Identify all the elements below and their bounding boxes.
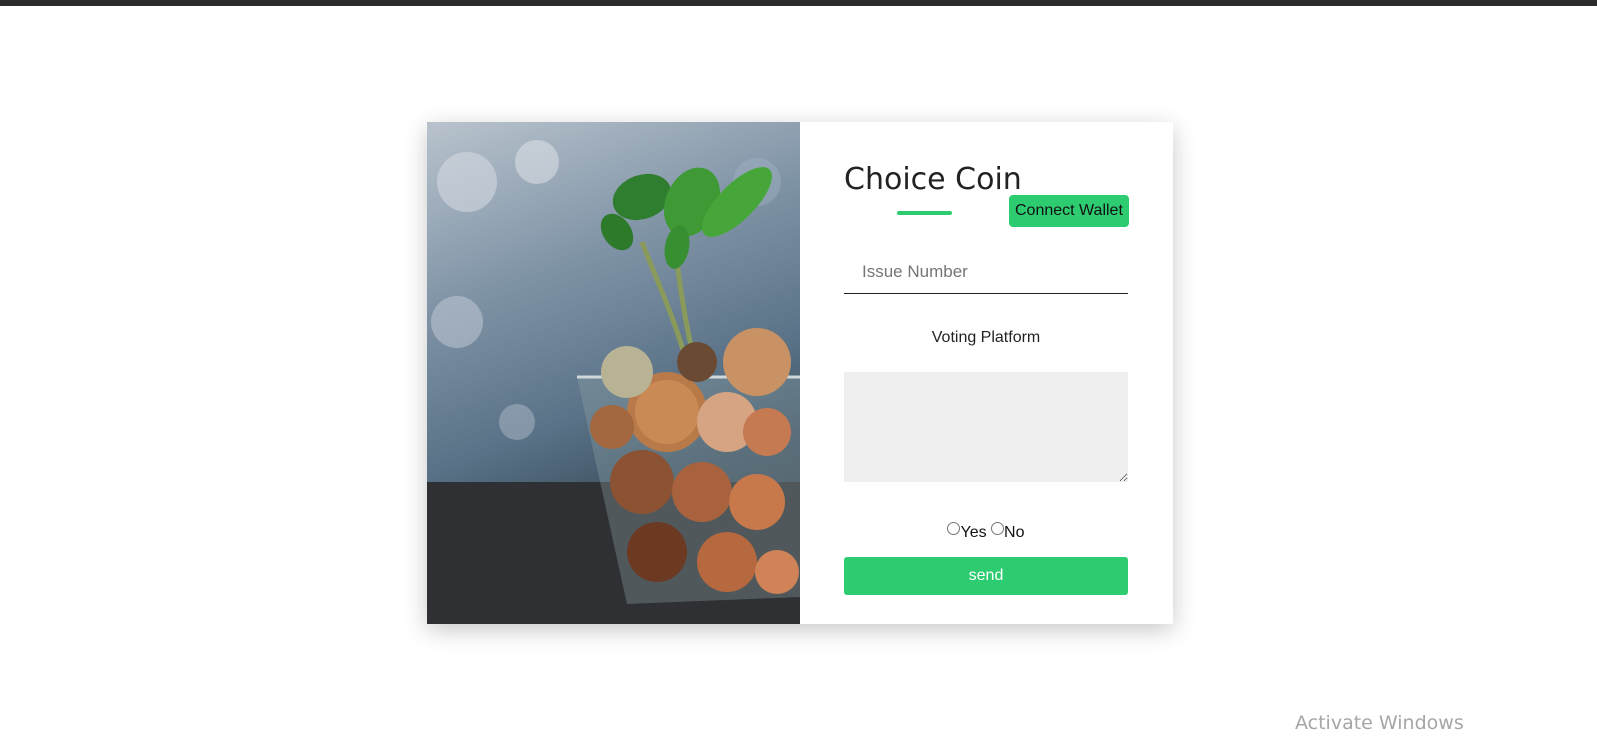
title-accent-underline <box>897 211 952 215</box>
connect-wallet-button[interactable]: Connect Wallet <box>1009 195 1129 227</box>
vote-message-textarea[interactable] <box>844 372 1128 482</box>
no-radio[interactable] <box>991 522 1005 535</box>
coin-plant-illustration <box>427 140 800 624</box>
app-title: Choice Coin <box>844 162 1022 197</box>
no-label: No <box>1004 524 1025 541</box>
activate-windows-watermark: Activate Windows <box>1295 712 1464 734</box>
issue-number-input[interactable] <box>844 250 1128 294</box>
send-button[interactable]: send <box>844 557 1128 595</box>
yes-label: Yes <box>960 524 987 541</box>
browser-top-bar <box>0 0 1597 6</box>
yes-radio[interactable] <box>947 522 961 535</box>
voting-platform-label: Voting Platform <box>931 329 1041 346</box>
vote-choice-group: Yes No <box>844 522 1128 542</box>
coin-plant-photo <box>427 122 800 624</box>
